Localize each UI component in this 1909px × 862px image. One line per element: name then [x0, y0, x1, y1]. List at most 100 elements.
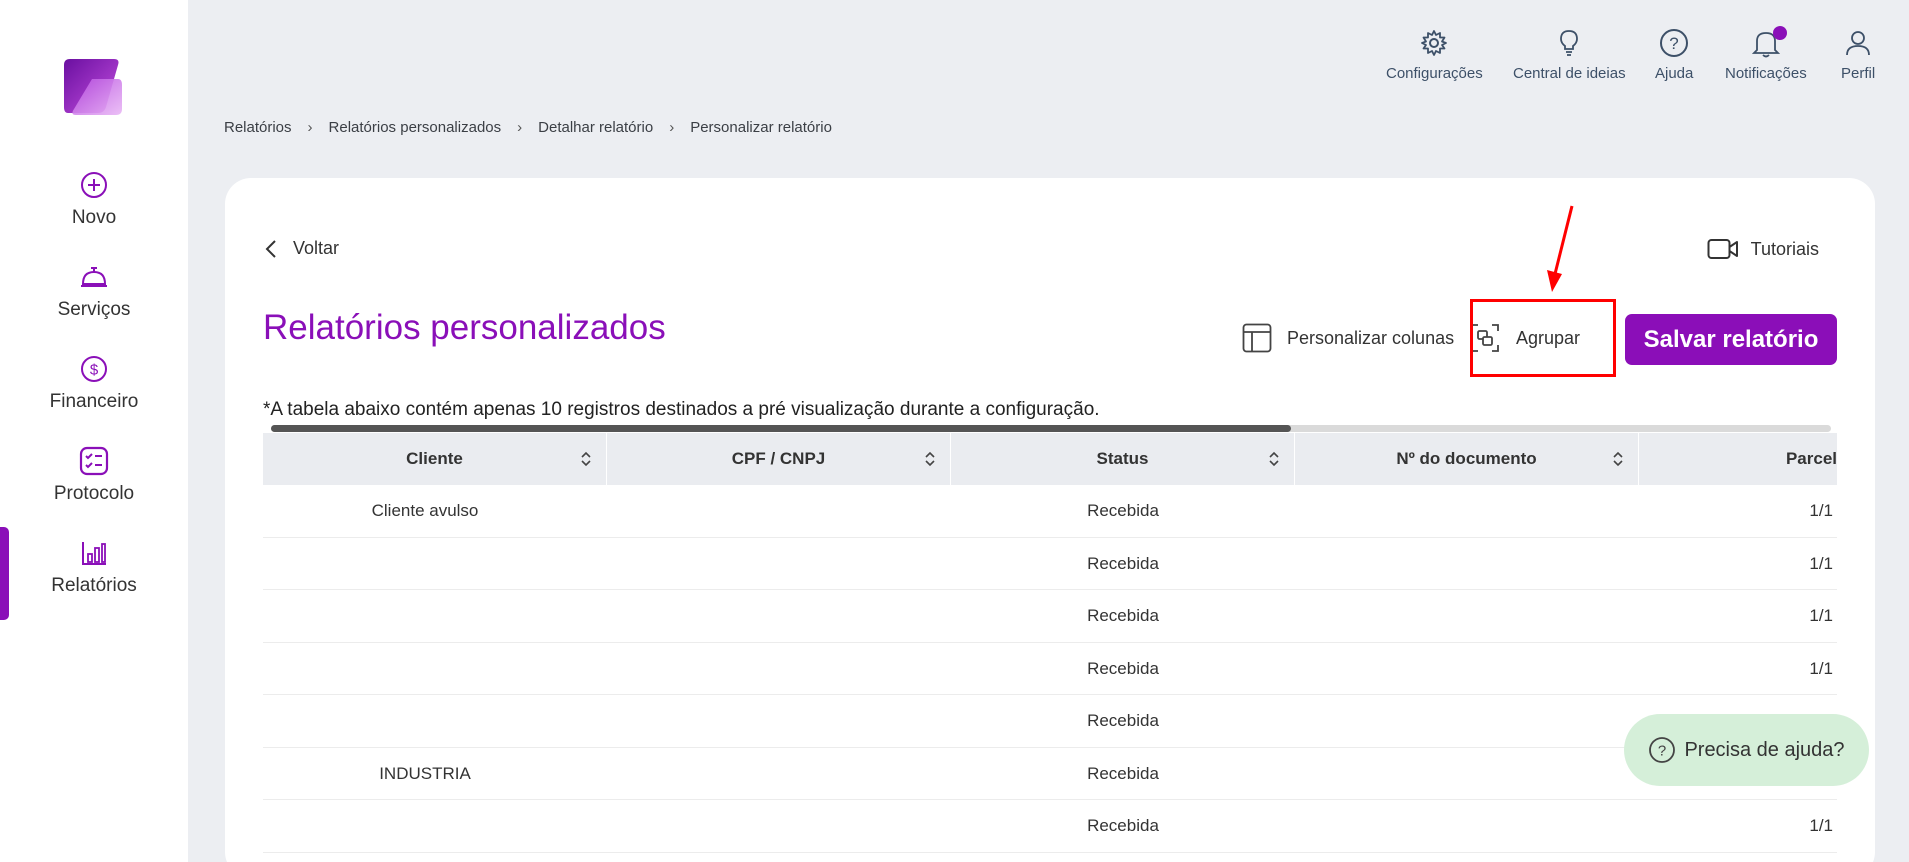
table-row: Recebida 1/1: [263, 695, 1837, 748]
top-profile-label: Perfil: [1841, 65, 1876, 82]
breadcrumb: Relatórios › Relatórios personalizados ›…: [224, 119, 832, 136]
sort-icon: [1269, 451, 1279, 467]
cell-status: Recebida: [1087, 816, 1159, 835]
group-button[interactable]: Agrupar: [1470, 323, 1580, 353]
sort-icon: [925, 451, 935, 467]
breadcrumb-item[interactable]: Detalhar relatório: [538, 119, 653, 136]
gear-icon: [1419, 28, 1449, 58]
svg-text:?: ?: [1669, 34, 1678, 53]
top-config-label: Configurações: [1386, 65, 1483, 82]
top-notifications[interactable]: Notificações: [1725, 26, 1807, 82]
page-title: Relatórios personalizados: [263, 308, 666, 347]
cell-documento: [1295, 590, 1639, 642]
cell-parcela: 1/1: [1809, 553, 1833, 573]
cell-status: Recebida: [1087, 606, 1159, 625]
dollar-circle-icon: $: [79, 354, 109, 384]
cell-documento: [1295, 695, 1639, 747]
cell-status: Recebida: [1087, 658, 1159, 678]
table-header: Cliente CPF / CNPJ Status Nº do document…: [263, 433, 1837, 485]
table-row: Cliente avulso Recebida 1/1: [263, 485, 1837, 538]
report-table: Cliente CPF / CNPJ Status Nº do document…: [263, 433, 1837, 853]
sort-icon: [1613, 451, 1623, 467]
cell-cpf-cnpj: [607, 538, 951, 590]
cell-parcela: 1/1: [1809, 658, 1833, 678]
plus-circle-icon: [79, 170, 109, 200]
cell-cpf-cnpj: [607, 695, 951, 747]
sidebar-item-novo[interactable]: Novo: [0, 170, 188, 229]
cell-cpf-cnpj: [607, 590, 951, 642]
breadcrumb-item[interactable]: Relatórios personalizados: [329, 119, 502, 136]
sidebar-item-label: Relatórios: [51, 575, 137, 596]
sidebar-item-financeiro[interactable]: $ Financeiro: [0, 354, 188, 413]
help-chat-button[interactable]: ? Precisa de ajuda?: [1624, 714, 1869, 786]
table-columns-icon: [1242, 323, 1272, 353]
chevron-right-icon: ›: [669, 119, 675, 136]
table-row: Recebida 1/1: [263, 590, 1837, 643]
video-camera-icon: [1707, 239, 1738, 259]
top-notifications-label: Notificações: [1725, 65, 1807, 82]
column-header-status[interactable]: Status: [951, 433, 1295, 485]
save-report-button[interactable]: Salvar relatório: [1625, 314, 1837, 365]
chevron-right-icon: ›: [517, 119, 523, 136]
service-bell-icon: [79, 262, 109, 292]
top-ideas[interactable]: Central de ideias: [1513, 28, 1626, 82]
question-circle-icon: ?: [1649, 737, 1676, 763]
cell-documento: [1295, 800, 1639, 852]
sidebar-item-relatorios[interactable]: Relatórios: [0, 538, 188, 597]
sidebar-item-servicos[interactable]: Serviços: [0, 262, 188, 321]
column-header-label: CPF / CNPJ: [731, 449, 826, 468]
cell-parcela: 1/1: [1809, 816, 1833, 835]
checklist-icon: [79, 446, 109, 476]
cell-parcela: 1/1: [1809, 606, 1833, 625]
group-label: Agrupar: [1516, 327, 1581, 348]
horizontal-scrollbar-thumb[interactable]: [271, 425, 1291, 432]
bar-chart-icon: [79, 538, 109, 568]
column-header-documento[interactable]: Nº do documento: [1295, 433, 1639, 485]
sidebar-item-protocolo[interactable]: Protocolo: [0, 446, 188, 505]
column-header-cpf-cnpj[interactable]: CPF / CNPJ: [607, 433, 951, 485]
tutorials-button[interactable]: Tutoriais: [1707, 238, 1819, 260]
column-header-label: Cliente: [406, 449, 463, 468]
lightbulb-icon: [1554, 28, 1584, 58]
cell-status: Recebida: [1087, 763, 1159, 783]
back-label: Voltar: [293, 238, 340, 258]
cell-cpf-cnpj: [607, 485, 951, 537]
table-row: Recebida 1/1: [263, 538, 1837, 590]
cell-status: Recebida: [1087, 501, 1159, 520]
sidebar-item-label: Financeiro: [49, 391, 139, 412]
customize-columns-label: Personalizar colunas: [1287, 327, 1455, 348]
cell-parcela: 1/1: [1809, 501, 1833, 520]
cell-status: Recebida: [1087, 711, 1159, 730]
breadcrumb-item[interactable]: Relatórios: [224, 119, 292, 136]
breadcrumb-item-current: Personalizar relatório: [690, 119, 832, 136]
cell-cliente: [263, 590, 607, 642]
top-help-label: Ajuda: [1655, 65, 1694, 82]
chevron-right-icon: ›: [307, 119, 313, 136]
column-header-cliente[interactable]: Cliente: [263, 433, 607, 485]
cell-cpf-cnpj: [607, 800, 951, 852]
cell-cpf-cnpj: [607, 748, 951, 800]
top-profile[interactable]: Perfil: [1841, 28, 1875, 82]
column-header-label: Status: [1096, 449, 1149, 468]
cell-status: Recebida: [1087, 553, 1159, 573]
chevron-left-icon: [265, 239, 276, 258]
sort-icon: [581, 451, 591, 467]
customize-columns-button[interactable]: Personalizar colunas: [1242, 323, 1454, 353]
cell-cliente: Cliente avulso: [371, 501, 479, 520]
bell-icon: [1751, 26, 1787, 58]
top-help[interactable]: ? Ajuda: [1655, 28, 1693, 82]
back-button[interactable]: Voltar: [265, 238, 339, 259]
cell-documento: [1295, 485, 1639, 537]
sidebar: Novo Serviços $ Financeiro Protocolo Rel…: [0, 0, 188, 862]
cell-cliente: [263, 538, 607, 590]
cell-documento: [1295, 748, 1639, 800]
top-ideas-label: Central de ideias: [1513, 65, 1626, 82]
sidebar-item-label: Serviços: [57, 299, 131, 320]
app-logo[interactable]: [62, 57, 124, 117]
table-row: INDUSTRIA Recebida 1/1: [263, 748, 1837, 800]
column-header-parcela[interactable]: Parcel: [1639, 433, 1837, 485]
user-icon: [1843, 28, 1873, 58]
cell-cpf-cnpj: [607, 643, 951, 695]
top-config[interactable]: Configurações: [1386, 28, 1483, 82]
table-row: Recebida 1/1: [263, 800, 1837, 853]
